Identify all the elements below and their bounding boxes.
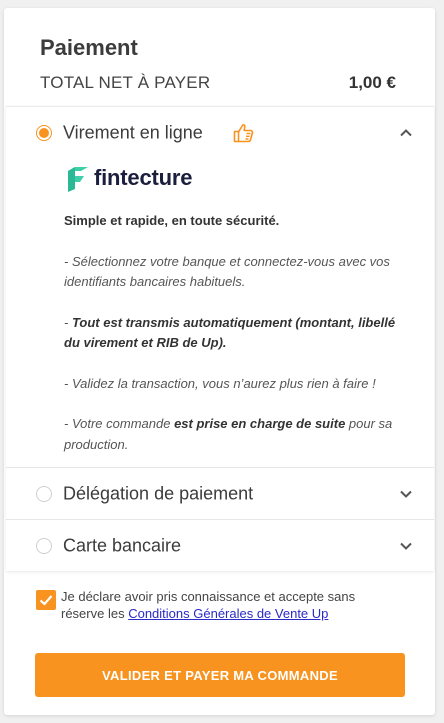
payment-option-virement-details: fintecture Simple et rapide, en toute sé… [64, 161, 414, 455]
terms-checkbox[interactable] [36, 590, 56, 610]
virement-step-4: - Votre commande est prise en charge de … [64, 414, 414, 455]
total-amount: 1,00 € [348, 73, 396, 92]
chevron-down-icon[interactable] [398, 538, 414, 554]
virement-step-2-prefix: - [64, 314, 72, 330]
payment-option-label: Virement en ligne [63, 122, 203, 143]
thumbs-up-icon [233, 123, 254, 143]
virement-step-1: - Sélectionnez votre banque et connectez… [64, 253, 390, 290]
chevron-up-icon[interactable] [398, 125, 414, 141]
chevron-down-icon[interactable] [398, 486, 414, 502]
virement-headline: Simple et rapide, en toute sécurité. [64, 213, 280, 228]
fintecture-logo: fintecture [64, 161, 414, 195]
payment-options-panel: Virement en ligne fintecture Simple et r… [6, 106, 434, 571]
check-icon [39, 595, 53, 606]
virement-step-2-bold: Tout est transmis automatiquement (monta… [64, 314, 396, 351]
fintecture-logo-mark-icon [68, 167, 88, 192]
radio-delegation[interactable] [36, 485, 52, 502]
payment-option-virement-header[interactable]: Virement en ligne [6, 107, 434, 159]
virement-step-3: - Validez la transaction, vous n’aurez p… [64, 375, 376, 391]
terms-link[interactable]: Conditions Générales de Vente Up [128, 606, 328, 621]
payment-option-virement: Virement en ligne fintecture Simple et r… [6, 107, 434, 467]
radio-virement[interactable] [36, 125, 52, 141]
virement-step-4-prefix: - Votre commande [64, 416, 175, 431]
virement-step-2: - Tout est transmis automatiquement (mon… [64, 313, 414, 354]
terms-text: Je déclare avoir pris connaissance et ac… [61, 588, 396, 622]
total-label: TOTAL NET À PAYER [40, 73, 211, 92]
page-title: Paiement [40, 35, 138, 60]
payment-option-delegation[interactable]: Délégation de paiement [6, 467, 434, 519]
payment-option-carte[interactable]: Carte bancaire [6, 519, 434, 571]
payment-option-label: Carte bancaire [63, 535, 182, 555]
fintecture-logo-text: fintecture [94, 164, 193, 190]
payment-option-label: Délégation de paiement [63, 483, 254, 503]
terms-consent: Je déclare avoir pris connaissance et ac… [36, 588, 396, 622]
validate-pay-button[interactable]: VALIDER ET PAYER MA COMMANDE [35, 653, 405, 697]
radio-carte[interactable] [36, 537, 52, 554]
virement-step-4-bold: est prise en charge de suite [174, 416, 346, 431]
